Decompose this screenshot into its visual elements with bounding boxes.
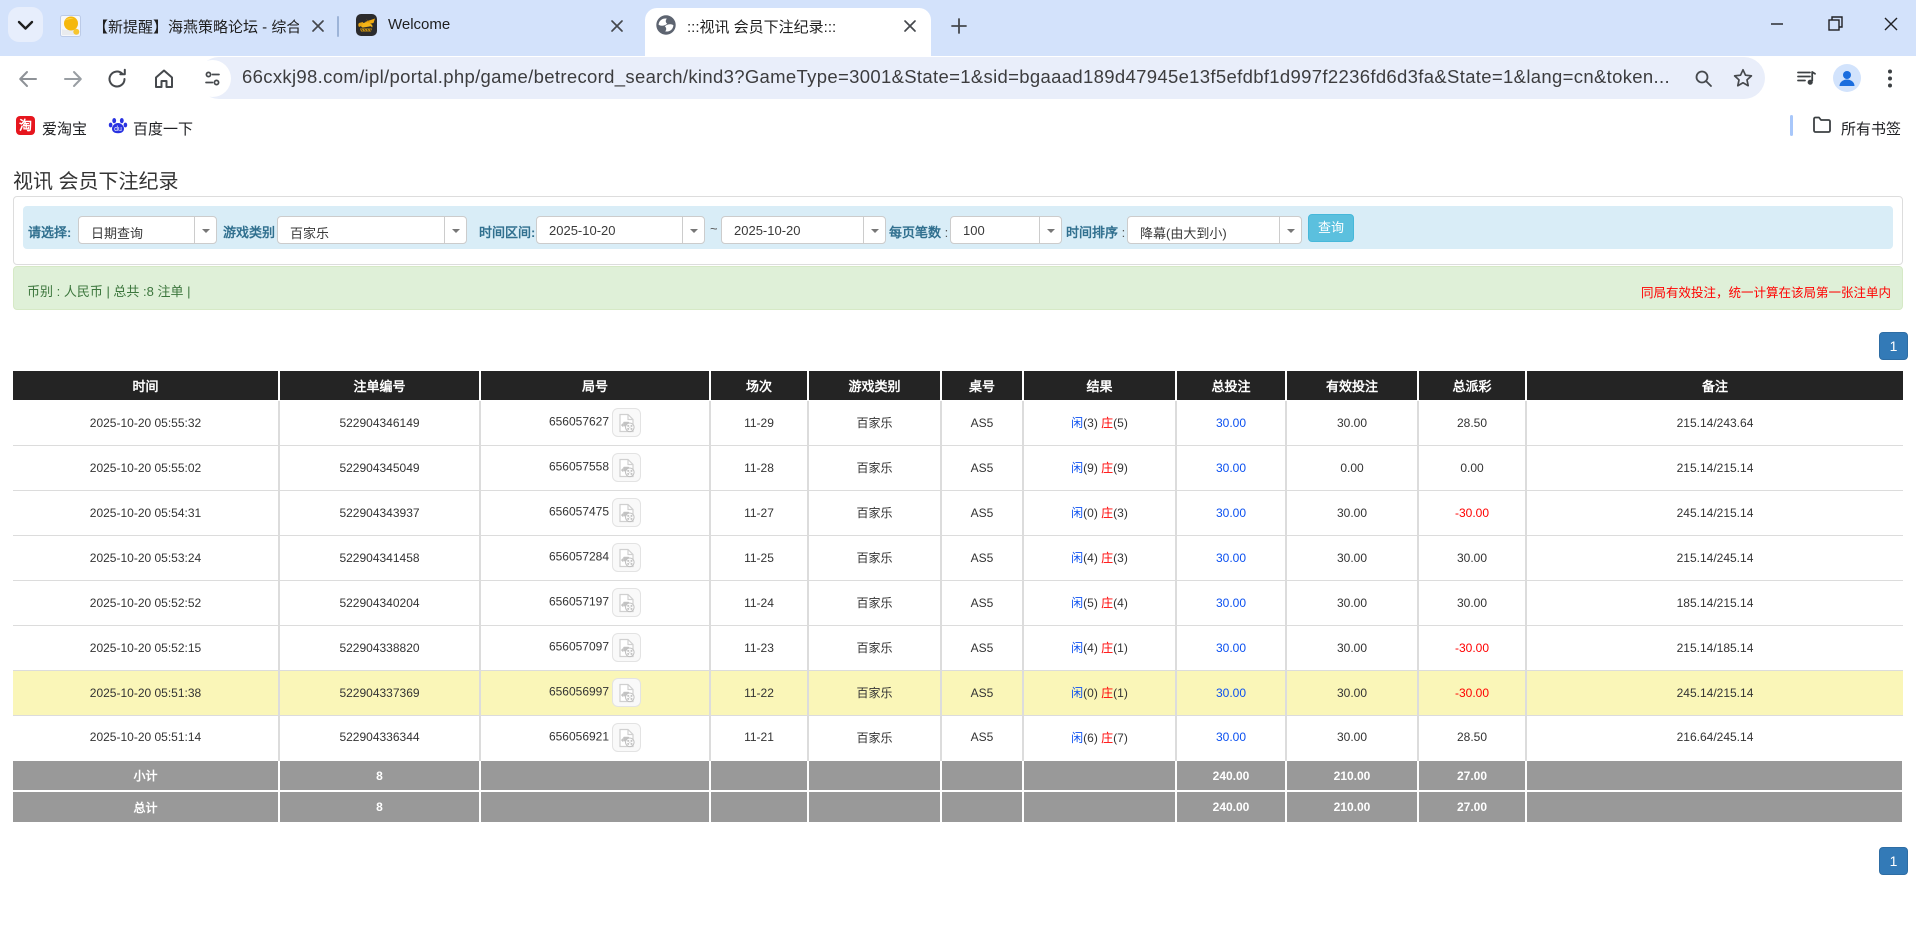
svg-text:du: du (114, 126, 122, 133)
